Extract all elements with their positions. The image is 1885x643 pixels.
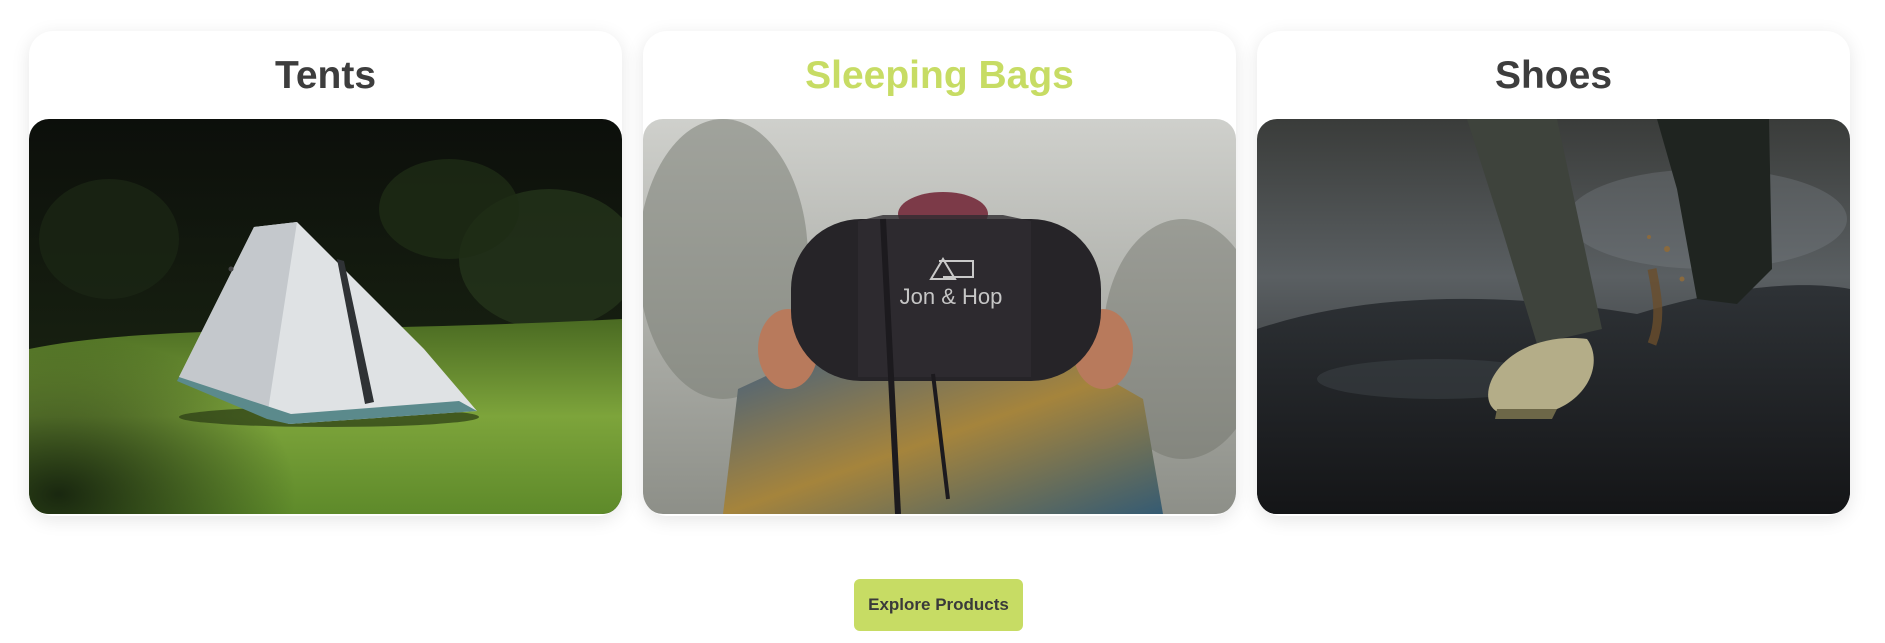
category-card-shoes[interactable]: Shoes (1257, 31, 1850, 516)
category-cards: Tents Sleeping Bags Jon & Hop Shoes (29, 31, 1850, 516)
category-card-tents[interactable]: Tents (29, 31, 622, 516)
tent-image (29, 119, 622, 514)
category-title-shoes: Shoes (1494, 54, 1613, 97)
sleeping-bag-image: Jon & Hop (643, 119, 1236, 514)
explore-products-button[interactable]: Explore Products (854, 579, 1023, 631)
shoes-image (1257, 119, 1850, 514)
sleeping-bag-brand-label: Jon & Hop (900, 284, 1003, 309)
category-card-sleeping-bags[interactable]: Sleeping Bags Jon & Hop (643, 31, 1236, 516)
category-title-tents: Tents (274, 54, 377, 97)
category-title-sleeping-bags: Sleeping Bags (805, 54, 1074, 97)
